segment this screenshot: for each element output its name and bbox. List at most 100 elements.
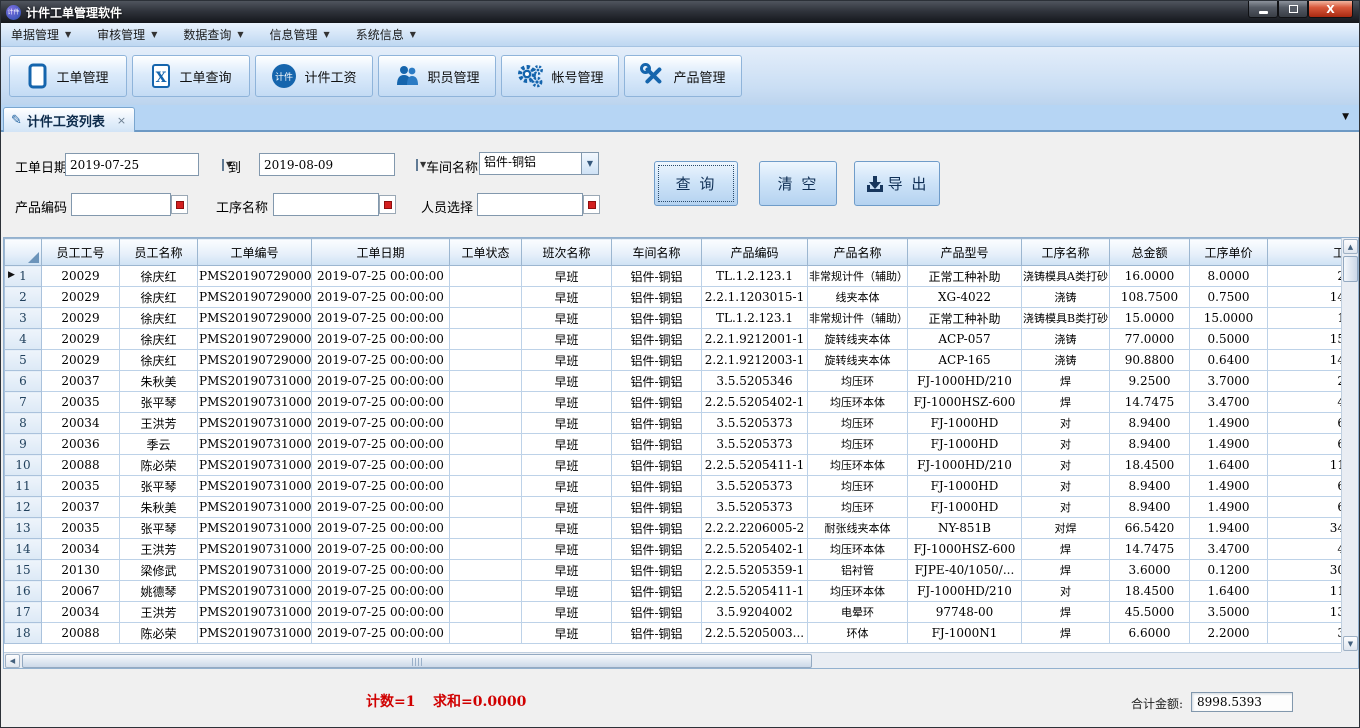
cell[interactable] xyxy=(450,308,522,329)
column-header[interactable]: 工序单价 xyxy=(1190,239,1268,266)
cell[interactable]: 浇铸模具A类打砂 xyxy=(1022,266,1110,287)
cell[interactable]: 66.5420 xyxy=(1110,518,1190,539)
cell[interactable]: 铝件-铜铝 xyxy=(612,266,702,287)
cell[interactable]: 15.0000 xyxy=(1110,308,1190,329)
product-code-field[interactable] xyxy=(71,193,171,216)
table-row[interactable]: 1820088陈必荣PMS2019073100022019-07-25 00:0… xyxy=(5,623,1358,644)
cell[interactable]: 2019-07-25 00:00:00 xyxy=(312,455,450,476)
toolbar-account-management-button[interactable]: 帐号管理 xyxy=(501,55,619,97)
table-row[interactable]: 1520130梁修武PMS2019073100022019-07-25 00:0… xyxy=(5,560,1358,581)
date-from-field[interactable]: ▼ xyxy=(65,153,199,176)
scroll-up-icon[interactable]: ▲ xyxy=(1343,239,1358,254)
cell[interactable]: 徐庆红 xyxy=(120,308,198,329)
cell[interactable]: 王洪芳 xyxy=(120,602,198,623)
cell[interactable]: 18.4500 xyxy=(1110,581,1190,602)
cell[interactable]: 2.2.5.5205402-1 xyxy=(702,539,808,560)
cell[interactable] xyxy=(450,602,522,623)
cell[interactable]: 9.2500 xyxy=(1110,371,1190,392)
cell[interactable]: 早班 xyxy=(522,308,612,329)
cell[interactable]: 20029 xyxy=(42,329,120,350)
cell[interactable]: 徐庆红 xyxy=(120,266,198,287)
cell[interactable]: 铝件-铜铝 xyxy=(612,518,702,539)
cell[interactable]: 正常工种补助 xyxy=(908,266,1022,287)
scroll-left-icon[interactable]: ◀ xyxy=(5,654,20,668)
cell[interactable]: 早班 xyxy=(522,560,612,581)
cell[interactable]: 焊 xyxy=(1022,560,1110,581)
cell[interactable]: 均压环本体 xyxy=(808,392,908,413)
cell[interactable]: 20034 xyxy=(42,602,120,623)
cell[interactable]: 2019-07-25 00:00:00 xyxy=(312,623,450,644)
cell[interactable]: 早班 xyxy=(522,329,612,350)
cell[interactable]: 均压环本体 xyxy=(808,539,908,560)
person-picker-button[interactable] xyxy=(583,195,600,214)
column-header[interactable]: 产品编码 xyxy=(702,239,808,266)
cell[interactable]: 20130 xyxy=(42,560,120,581)
column-header[interactable]: 班次名称 xyxy=(522,239,612,266)
cell[interactable] xyxy=(450,434,522,455)
cell[interactable]: 20034 xyxy=(42,413,120,434)
cell[interactable]: 铝件-铜铝 xyxy=(612,539,702,560)
cell[interactable]: 徐庆红 xyxy=(120,350,198,371)
cell[interactable] xyxy=(450,455,522,476)
cell[interactable]: ACP-057 xyxy=(908,329,1022,350)
cell[interactable]: 1.6400 xyxy=(1190,581,1268,602)
cell[interactable]: 线夹本体 xyxy=(808,287,908,308)
cell[interactable]: 3.5.5205373 xyxy=(702,413,808,434)
cell[interactable]: 旋转线夹本体 xyxy=(808,350,908,371)
cell[interactable]: 14.7475 xyxy=(1110,539,1190,560)
column-header[interactable]: 工序名称 xyxy=(1022,239,1110,266)
cell[interactable]: 16.0000 xyxy=(1110,266,1190,287)
table-row[interactable]: 1720034王洪芳PMS2019073100022019-07-25 00:0… xyxy=(5,602,1358,623)
cell[interactable]: PMS201907310002 xyxy=(198,455,312,476)
cell[interactable]: 2.2000 xyxy=(1190,623,1268,644)
column-header[interactable]: 工单编号 xyxy=(198,239,312,266)
row-number[interactable]: 6 xyxy=(5,371,42,392)
restore-button[interactable] xyxy=(1278,1,1308,18)
cell[interactable]: 2019-07-25 00:00:00 xyxy=(312,308,450,329)
row-number[interactable]: 4 xyxy=(5,329,42,350)
cell[interactable] xyxy=(450,350,522,371)
cell[interactable]: 20067 xyxy=(42,581,120,602)
cell[interactable]: 2019-07-25 00:00:00 xyxy=(312,413,450,434)
cell[interactable]: 1.4900 xyxy=(1190,476,1268,497)
cell[interactable]: 20035 xyxy=(42,476,120,497)
cell[interactable]: FJ-1000HD/210 xyxy=(908,371,1022,392)
cell[interactable]: 15.0000 xyxy=(1190,308,1268,329)
cell[interactable]: 90.8800 xyxy=(1110,350,1190,371)
cell[interactable]: 14.7475 xyxy=(1110,392,1190,413)
cell[interactable]: FJ-1000N1 xyxy=(908,623,1022,644)
cell[interactable]: TL.1.2.123.1 xyxy=(702,266,808,287)
cell[interactable]: 2019-07-25 00:00:00 xyxy=(312,581,450,602)
cell[interactable]: 3.5.5205373 xyxy=(702,476,808,497)
cell[interactable] xyxy=(450,497,522,518)
table-row[interactable]: 1620067姚德琴PMS2019073100022019-07-25 00:0… xyxy=(5,581,1358,602)
cell[interactable]: 2019-07-25 00:00:00 xyxy=(312,266,450,287)
cell[interactable]: 铝件-铜铝 xyxy=(612,287,702,308)
cell[interactable]: FJ-1000HD xyxy=(908,497,1022,518)
cell[interactable]: 陈必荣 xyxy=(120,455,198,476)
cell[interactable]: 梁修武 xyxy=(120,560,198,581)
cell[interactable]: 6.6000 xyxy=(1110,623,1190,644)
cell[interactable]: 2019-07-25 00:00:00 xyxy=(312,602,450,623)
cell[interactable]: 王洪芳 xyxy=(120,413,198,434)
table-row[interactable]: 1020088陈必荣PMS2019073100022019-07-25 00:0… xyxy=(5,455,1358,476)
cell[interactable]: 早班 xyxy=(522,497,612,518)
vertical-scrollbar-thumb[interactable] xyxy=(1343,256,1358,282)
cell[interactable]: 3.5000 xyxy=(1190,602,1268,623)
cell[interactable]: 焊 xyxy=(1022,602,1110,623)
cell[interactable]: 耐张线夹本体 xyxy=(808,518,908,539)
cell[interactable]: 早班 xyxy=(522,392,612,413)
total-amount-box[interactable]: 8998.5393 xyxy=(1191,692,1293,712)
cell[interactable]: 0.7500 xyxy=(1190,287,1268,308)
cell[interactable]: 早班 xyxy=(522,266,612,287)
row-number[interactable]: 10 xyxy=(5,455,42,476)
cell[interactable]: 陈必荣 xyxy=(120,623,198,644)
process-name-picker-button[interactable] xyxy=(379,195,396,214)
cell[interactable]: PMS201907310002 xyxy=(198,518,312,539)
cell[interactable]: 2019-07-25 00:00:00 xyxy=(312,518,450,539)
cell[interactable]: 电晕环 xyxy=(808,602,908,623)
cell[interactable]: 3.4700 xyxy=(1190,539,1268,560)
menu-item-info-management[interactable]: 信息管理▼ xyxy=(270,26,330,43)
cell[interactable]: 3.5.5205346 xyxy=(702,371,808,392)
cell[interactable]: 铝件-铜铝 xyxy=(612,329,702,350)
